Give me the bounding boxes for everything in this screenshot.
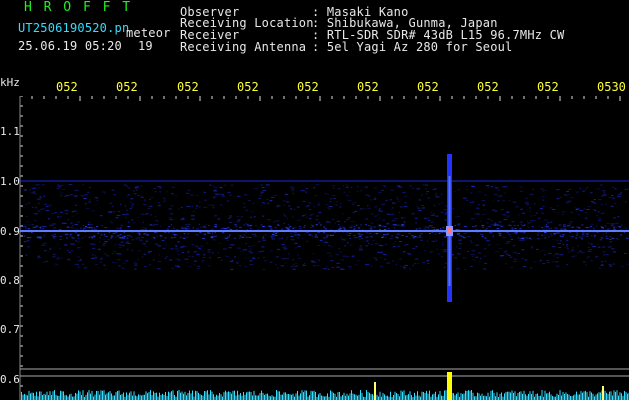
unit-label: kHz bbox=[0, 76, 20, 89]
time-tick-marks bbox=[19, 96, 621, 101]
spectrogram-panel bbox=[0, 96, 629, 400]
time-tick-6: 052 bbox=[357, 80, 379, 94]
info-key-antenna: Receiving Antenna bbox=[180, 40, 307, 54]
time-tick-1: 052 bbox=[56, 80, 78, 94]
time-tick-7: 052 bbox=[417, 80, 439, 94]
time-tick-9: 052 bbox=[537, 80, 559, 94]
frequency-tick-marks bbox=[19, 96, 23, 400]
time-tick-4: 052 bbox=[237, 80, 259, 94]
spectrogram bbox=[19, 96, 629, 400]
info-value-antenna: : 5el Yagi Az 280 for Seoul bbox=[312, 40, 513, 54]
event-tag: meteor bbox=[126, 26, 171, 40]
meteor-echo bbox=[446, 154, 453, 302]
time-tick-8: 052 bbox=[477, 80, 499, 94]
app-title: H R O F F T bbox=[24, 0, 133, 15]
time-tick-10: 0530 bbox=[597, 80, 626, 94]
time-tick-3: 052 bbox=[177, 80, 199, 94]
noise-band bbox=[22, 184, 629, 270]
file-name: UT2506190520.pn bbox=[18, 21, 130, 35]
date-time: 25.06.19 05:20 bbox=[18, 39, 122, 53]
time-tick-5: 052 bbox=[297, 80, 319, 94]
event-count: 19 bbox=[138, 39, 153, 53]
time-tick-2: 052 bbox=[116, 80, 138, 94]
